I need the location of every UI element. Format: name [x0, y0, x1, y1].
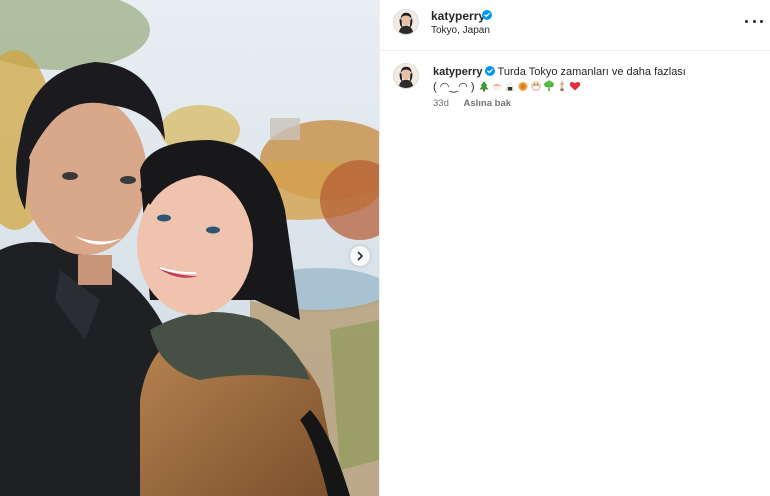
post-age: 33d [433, 98, 449, 109]
post-location[interactable]: Tokyo, Japan [431, 25, 490, 36]
heart-icon [569, 80, 581, 92]
verified-badge-icon [484, 66, 495, 76]
post-media [0, 0, 379, 496]
mask-icon [530, 80, 542, 92]
sushi-icon [491, 80, 503, 92]
post-photo [0, 0, 379, 496]
verified-badge-icon [482, 10, 492, 20]
profile-photo [394, 64, 418, 88]
caption-body: Turda Tokyo zamanları ve daha fazlası [497, 66, 686, 78]
caption-username[interactable]: katyperry [433, 66, 483, 78]
post-details: katyperry Tokyo, Japan katyperry Turda To… [379, 0, 770, 496]
caption-emoji-row: ( ◠‿◠ ) [433, 79, 582, 93]
caption-kaomoji: ( ◠‿◠ ) [433, 80, 475, 93]
oden-icon [556, 80, 568, 92]
post-header: katyperry Tokyo, Japan [380, 0, 770, 51]
caption-meta: 33d Aslına bak [433, 98, 511, 109]
tempura-icon [517, 80, 529, 92]
avatar[interactable] [393, 63, 419, 89]
broccoli-icon [543, 80, 555, 92]
profile-photo [394, 10, 418, 34]
next-photo-button[interactable] [350, 246, 370, 266]
avatar[interactable] [393, 9, 419, 35]
ellipsis-icon [752, 19, 756, 23]
caption-text: katyperry Turda Tokyo zamanları ve daha f… [433, 65, 753, 80]
see-translation-button[interactable]: Aslına bak [464, 98, 512, 109]
onigiri-icon [504, 80, 516, 92]
ellipsis-icon [745, 19, 748, 23]
chevron-right-icon [357, 251, 363, 261]
post-author-username[interactable]: katyperry [431, 9, 485, 23]
more-options-button[interactable] [745, 14, 763, 28]
ellipsis-icon [760, 19, 763, 23]
christmas-tree-icon [478, 80, 490, 92]
